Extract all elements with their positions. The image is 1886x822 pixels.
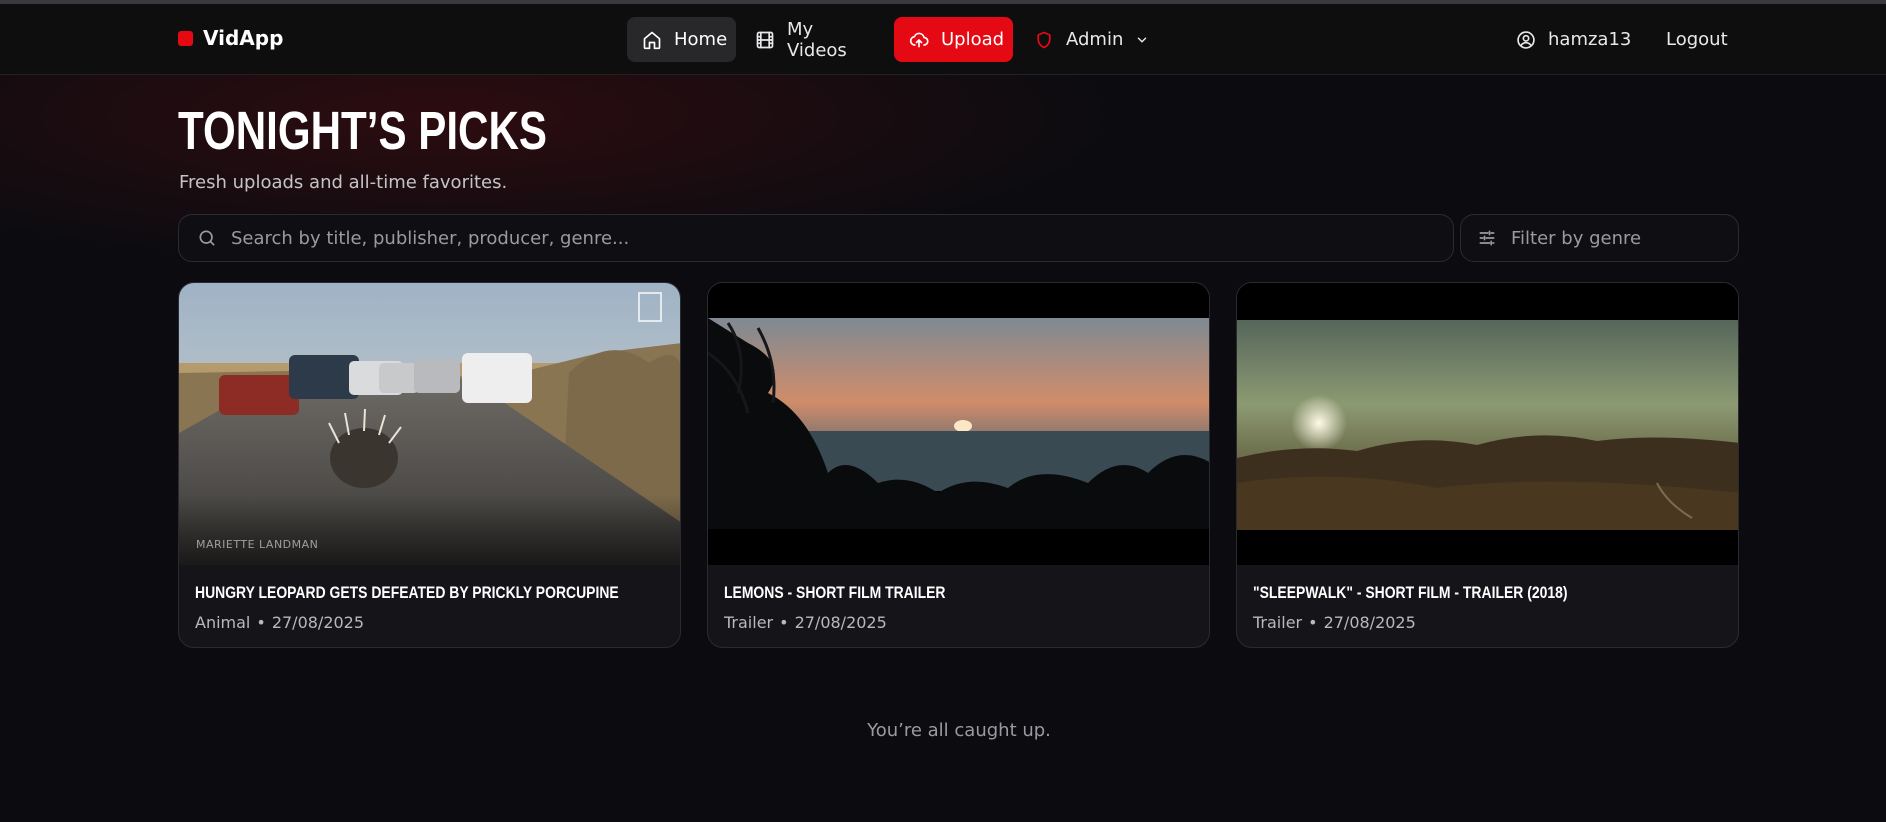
film-icon: [755, 30, 775, 50]
video-title[interactable]: "SLEEPWALK" - Short Film - Trailer (2018…: [1253, 583, 1567, 603]
video-genre: Trailer: [724, 613, 774, 632]
home-icon: [642, 30, 662, 50]
search-icon: [197, 228, 217, 248]
search-bar[interactable]: [178, 214, 1454, 262]
meta-separator: •: [779, 613, 789, 632]
username: hamza13: [1548, 29, 1632, 50]
cloud-upload-icon: [909, 30, 929, 50]
upload-button-label: Upload: [941, 29, 1005, 50]
video-title[interactable]: Hungry Leopard Gets Defeated By Prickly …: [195, 583, 619, 603]
nav-home-label: Home: [674, 29, 728, 50]
video-thumbnail[interactable]: MARIETTE LANDMAN: [179, 283, 680, 565]
video-meta: Trailer • 27/08/2025: [1253, 613, 1416, 632]
shield-icon: [1034, 30, 1054, 50]
upload-button[interactable]: Upload: [894, 17, 1013, 62]
brand-name: VidApp: [203, 26, 284, 50]
video-meta: Animal • 27/08/2025: [195, 613, 364, 632]
video-thumbnail[interactable]: [1237, 283, 1738, 565]
chevron-down-icon: [1135, 33, 1149, 47]
video-title[interactable]: Lemons - Short Film Trailer: [724, 583, 945, 603]
meta-separator: •: [256, 613, 266, 632]
brand-mark-icon: [178, 30, 193, 46]
video-date: 27/08/2025: [271, 613, 365, 632]
video-meta: Trailer • 27/08/2025: [724, 613, 887, 632]
video-card[interactable]: "SLEEPWALK" - Short Film - Trailer (2018…: [1236, 282, 1739, 648]
nav-my-videos[interactable]: My Videos: [740, 17, 886, 62]
genre-filter-input[interactable]: [1509, 226, 1738, 250]
thumbnail-watermark: MARIETTE LANDMAN: [196, 538, 319, 551]
end-of-list-message: You’re all caught up.: [867, 720, 1051, 741]
brand-logo[interactable]: VidApp: [178, 26, 283, 50]
logout-button[interactable]: Logout: [1666, 17, 1728, 62]
video-genre: Trailer: [1253, 613, 1303, 632]
genre-filter[interactable]: [1460, 214, 1739, 262]
video-card[interactable]: MARIETTE LANDMAN Hungry Leopard Gets Def…: [178, 282, 681, 648]
meta-separator: •: [1308, 613, 1318, 632]
video-card[interactable]: Lemons - Short Film Trailer Trailer • 27…: [707, 282, 1210, 648]
video-date: 27/08/2025: [794, 613, 887, 632]
page-title: Tonight’s Picks: [178, 101, 547, 161]
video-genre: Animal: [195, 613, 251, 632]
video-thumbnail[interactable]: [708, 283, 1209, 565]
nav-admin-label: Admin: [1066, 29, 1124, 50]
user-profile-link[interactable]: hamza13: [1516, 17, 1631, 62]
search-input[interactable]: [229, 226, 1360, 250]
nav-my-videos-label: My Videos: [787, 18, 847, 61]
nav-admin-dropdown[interactable]: Admin: [1019, 17, 1153, 62]
page-subtitle: Fresh uploads and all-time favorites.: [179, 172, 508, 193]
video-date: 27/08/2025: [1323, 613, 1416, 632]
nav-home[interactable]: Home: [627, 17, 736, 62]
user-circle-icon: [1516, 30, 1536, 50]
sliders-icon: [1477, 228, 1497, 248]
